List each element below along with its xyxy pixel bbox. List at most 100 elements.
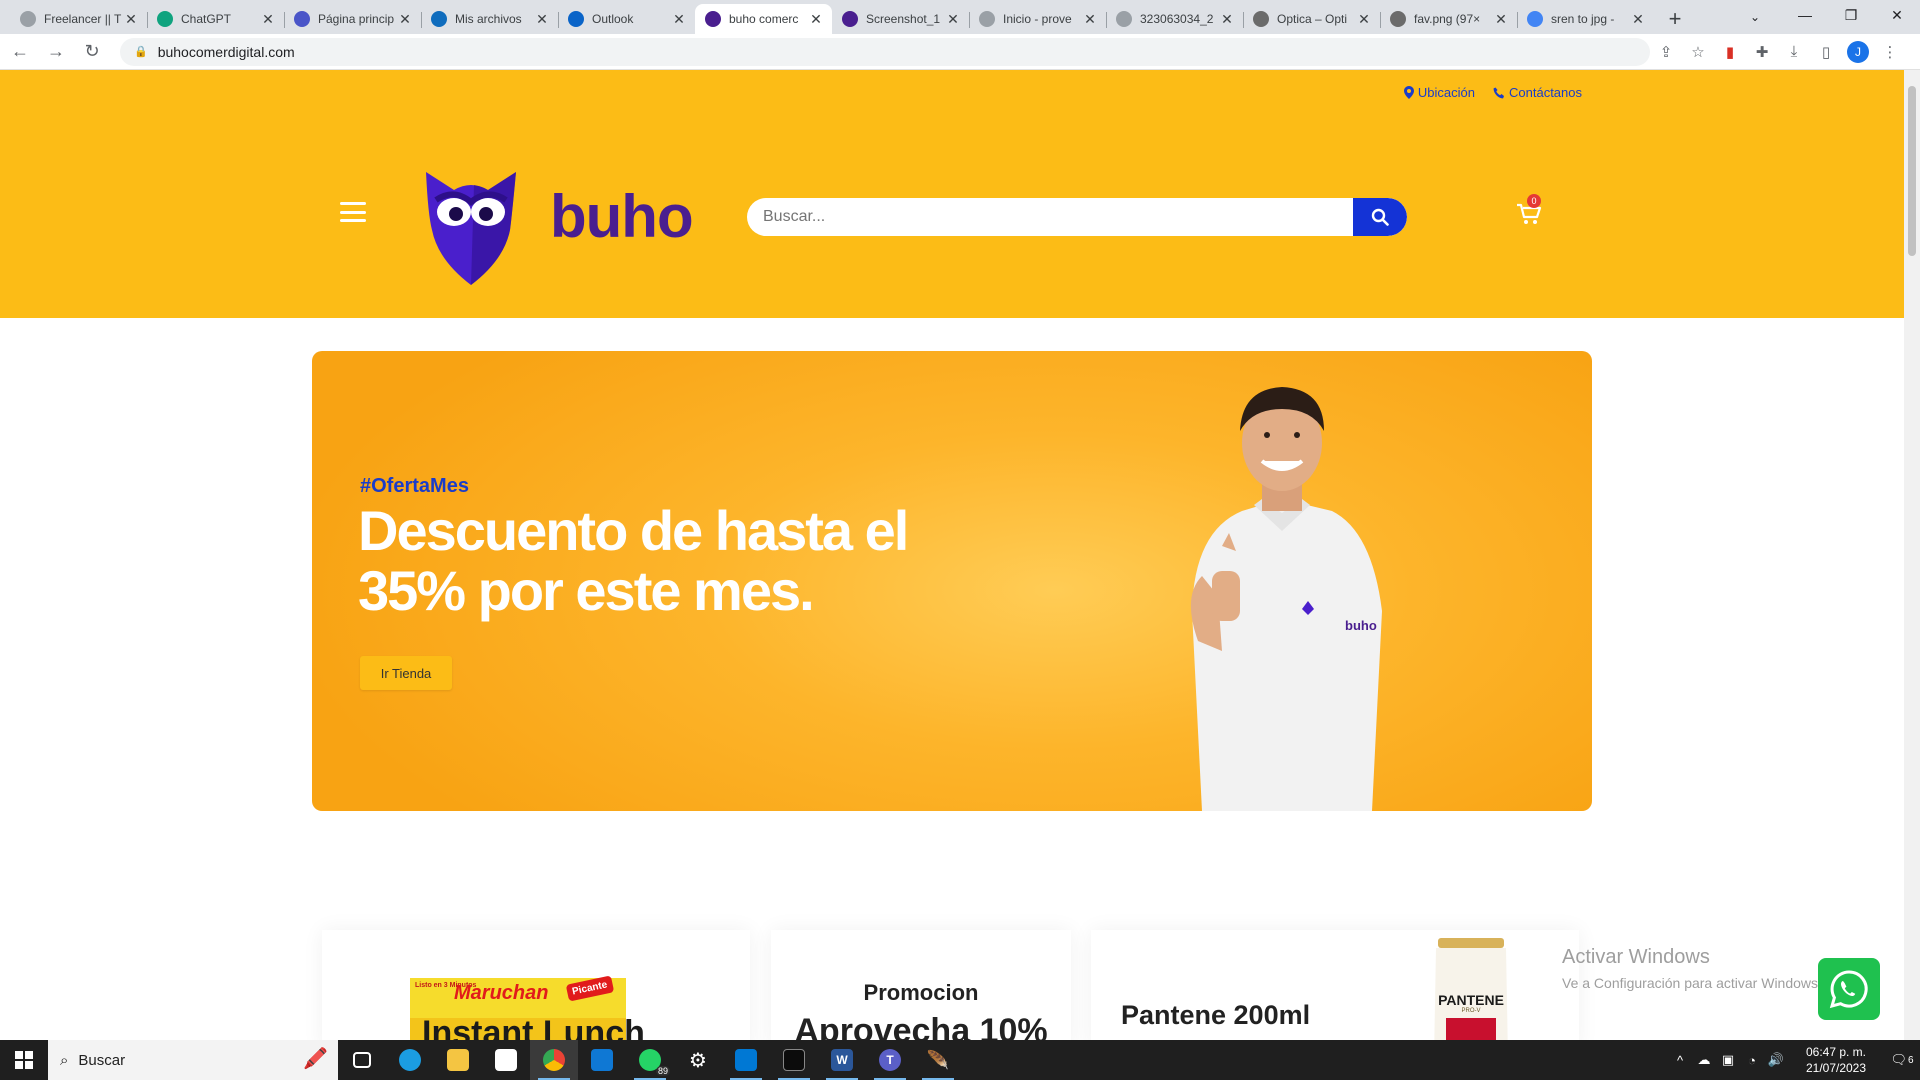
- extension-red-icon[interactable]: ▮: [1714, 36, 1746, 68]
- close-tab-icon[interactable]: ✕: [1493, 11, 1509, 28]
- lock-icon: 🔒: [134, 46, 148, 58]
- close-tab-icon[interactable]: ✕: [1630, 11, 1646, 28]
- search-input[interactable]: [747, 198, 1353, 236]
- address-bar[interactable]: 🔒 buhocomerdigital.com: [120, 37, 1650, 66]
- taskbar-search-box[interactable]: ⌕ Buscar 🖍️: [48, 1040, 338, 1080]
- download-icon[interactable]: ⤓: [1778, 36, 1810, 68]
- clock-time: 06:47 p. m.: [1805, 1045, 1867, 1059]
- system-tray: ^ ☁ ▣ ◔ 🔊 06:47 p. m. 21/07/2023 🗨 6: [1668, 1040, 1920, 1080]
- product-card-pantene[interactable]: Pantene 200ml PANTENE PRO-V: [1091, 930, 1579, 1040]
- share-icon[interactable]: ⇪: [1650, 36, 1682, 68]
- browser-tab[interactable]: 323063034_2 ✕: [1106, 4, 1243, 34]
- close-tab-icon[interactable]: ✕: [123, 11, 139, 28]
- drop-icon: [979, 11, 995, 27]
- system-clock[interactable]: 06:47 p. m. 21/07/2023: [1796, 1044, 1876, 1076]
- close-tab-icon[interactable]: ✕: [808, 11, 824, 28]
- browser-menu-icon[interactable]: ⋮: [1874, 36, 1906, 68]
- search-button[interactable]: [1353, 198, 1407, 236]
- feather-icon: [1390, 11, 1406, 27]
- whatsapp-unread-badge: 89: [655, 1066, 670, 1076]
- back-arrow-icon[interactable]: ←: [4, 36, 36, 68]
- url-text: buhocomerdigital.com: [157, 43, 295, 60]
- watermark-title: Activar Windows: [1562, 946, 1710, 968]
- browser-tab[interactable]: Screenshot_1 ✕: [832, 4, 969, 34]
- new-tab-button[interactable]: +: [1660, 4, 1690, 34]
- profile-avatar[interactable]: J: [1847, 40, 1869, 63]
- side-panel-icon[interactable]: ▯: [1810, 36, 1842, 68]
- feather-app-taskbar-button[interactable]: 🪶: [914, 1040, 962, 1080]
- task-view-button[interactable]: [338, 1040, 386, 1080]
- whatsapp-taskbar-button[interactable]: 89: [626, 1040, 674, 1080]
- restore-icon[interactable]: ❐: [1828, 0, 1874, 30]
- file-explorer-taskbar-button[interactable]: [434, 1040, 482, 1080]
- store-icon: [495, 1049, 517, 1071]
- close-tab-icon[interactable]: ✕: [1082, 11, 1098, 28]
- close-tab-icon[interactable]: ✕: [534, 11, 550, 28]
- tab-title: Inicio - prove: [1003, 12, 1072, 26]
- close-tab-icon[interactable]: ✕: [1219, 11, 1235, 28]
- taskbar-search-icon: ⌕: [60, 1051, 69, 1069]
- maruchan-product-name: Instant Lunch: [422, 1014, 645, 1040]
- network-icon[interactable]: ◔: [1740, 1053, 1764, 1068]
- location-link[interactable]: Ubicación: [1403, 85, 1475, 100]
- promo-banner: #OfertaMes Descuento de hasta el 35% por…: [312, 351, 1592, 811]
- extensions-puzzle-icon[interactable]: ✚: [1746, 36, 1778, 68]
- browser-tab[interactable]: Inicio - prove ✕: [969, 4, 1106, 34]
- forward-arrow-icon[interactable]: →: [40, 36, 72, 68]
- meet-now-icon[interactable]: ▣: [1716, 1052, 1740, 1068]
- close-tab-icon[interactable]: ✕: [945, 11, 961, 28]
- start-button[interactable]: [0, 1040, 48, 1080]
- settings-taskbar-button[interactable]: ⚙: [674, 1040, 722, 1080]
- vscode-taskbar-button[interactable]: [722, 1040, 770, 1080]
- minimize-icon[interactable]: —: [1782, 0, 1828, 30]
- reload-icon[interactable]: ↻: [76, 36, 108, 68]
- whatsapp-chat-button[interactable]: [1818, 958, 1880, 1020]
- tab-title: Mis archivos: [455, 12, 522, 26]
- outlook-icon: [568, 11, 584, 27]
- mail-icon: [591, 1049, 613, 1071]
- close-tab-icon[interactable]: ✕: [1356, 11, 1372, 28]
- close-tab-icon[interactable]: ✕: [397, 11, 413, 28]
- volume-icon[interactable]: 🔊: [1764, 1052, 1788, 1068]
- store-taskbar-button[interactable]: [482, 1040, 530, 1080]
- promo-card-title: Promocion: [863, 980, 979, 1005]
- browser-tab[interactable]: buho comerc ✕: [695, 4, 832, 34]
- banner-headline: Descuento de hasta el 35% por este mes.: [358, 501, 998, 621]
- browser-tab[interactable]: sren to jpg - ✕: [1517, 4, 1654, 34]
- browser-tab[interactable]: Freelancer || T ✕: [10, 4, 147, 34]
- hamburger-menu-icon[interactable]: [340, 202, 366, 222]
- taskbar-search-label: Buscar: [78, 1051, 126, 1069]
- close-tab-icon[interactable]: ✕: [260, 11, 276, 28]
- page-scrollbar[interactable]: [1904, 70, 1920, 1040]
- mail-taskbar-button[interactable]: [578, 1040, 626, 1080]
- folder-icon: [447, 1049, 469, 1071]
- close-tab-icon[interactable]: ✕: [671, 11, 687, 28]
- bookmark-star-icon[interactable]: ☆: [1682, 36, 1714, 68]
- tab-search-chevron-icon[interactable]: ⌄: [1740, 4, 1770, 30]
- terminal-taskbar-button[interactable]: [770, 1040, 818, 1080]
- chrome-taskbar-button[interactable]: [530, 1040, 578, 1080]
- onedrive-cloud-icon[interactable]: ☁: [1692, 1052, 1716, 1068]
- product-card-maruchan[interactable]: Listo en 3 Minutos Maruchan Picante Inst…: [322, 930, 750, 1040]
- edge-taskbar-button[interactable]: [386, 1040, 434, 1080]
- browser-tab[interactable]: Outlook ✕: [558, 4, 695, 34]
- scrollbar-thumb[interactable]: [1908, 86, 1916, 256]
- go-store-button[interactable]: Ir Tienda: [360, 656, 452, 690]
- promo-card[interactable]: Promocion Aprovecha 10%: [771, 930, 1071, 1040]
- google-icon: [1527, 11, 1543, 27]
- pantene-bottle-image: [1434, 938, 1508, 1040]
- browser-tab[interactable]: Optica – Opti ✕: [1243, 4, 1380, 34]
- browser-tab[interactable]: fav.png (97× ✕: [1380, 4, 1517, 34]
- browser-tab[interactable]: ChatGPT ✕: [147, 4, 284, 34]
- shirt-logo-text: buho: [1345, 618, 1377, 633]
- notification-icon: 🗨: [1890, 1052, 1907, 1067]
- word-taskbar-button[interactable]: W: [818, 1040, 866, 1080]
- notification-center-button[interactable]: 🗨 6: [1884, 1040, 1920, 1080]
- chrome-icon: [543, 1049, 565, 1071]
- tray-chevron-up-icon[interactable]: ^: [1668, 1053, 1692, 1068]
- close-window-icon[interactable]: ✕: [1874, 0, 1920, 30]
- teams-taskbar-button[interactable]: T: [866, 1040, 914, 1080]
- contact-link[interactable]: Contáctanos: [1493, 85, 1582, 100]
- browser-tab[interactable]: Mis archivos ✕: [421, 4, 558, 34]
- browser-tab[interactable]: Página princip ✕: [284, 4, 421, 34]
